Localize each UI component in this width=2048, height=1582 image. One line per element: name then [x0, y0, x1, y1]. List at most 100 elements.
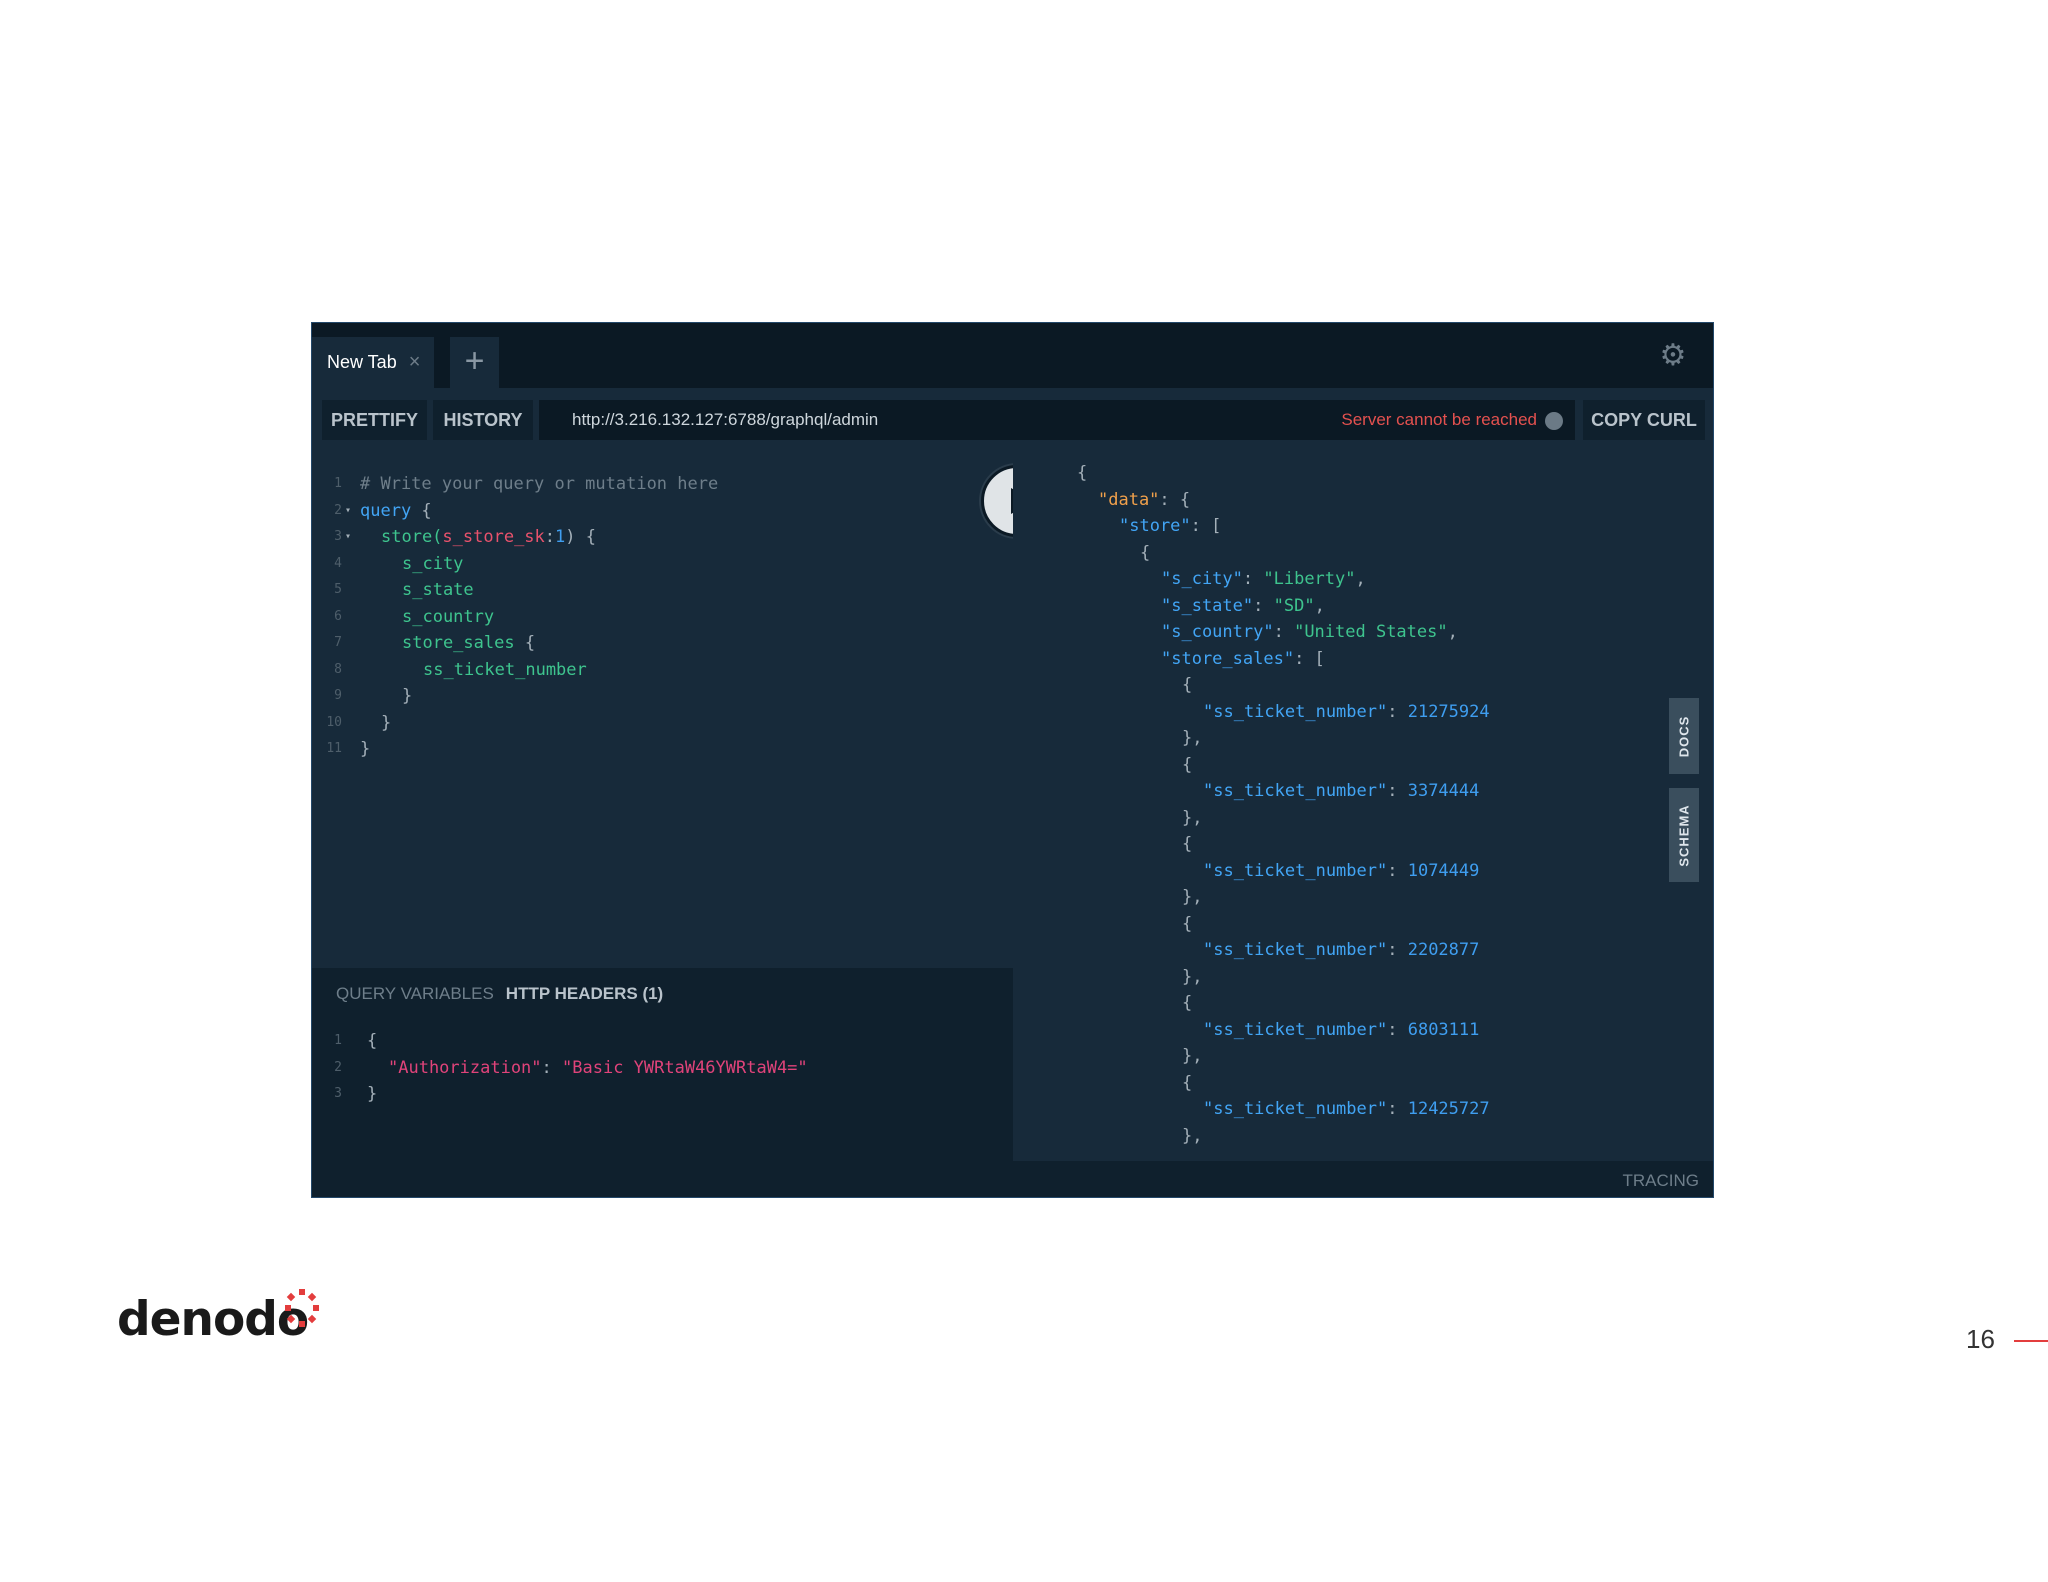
- code-text: {: [367, 1031, 378, 1051]
- endpoint-url-input[interactable]: http://3.216.132.127:6788/graphql/admin …: [539, 400, 1575, 440]
- slide: New Tab × + ⚙ PRETTIFY HISTORY http://3.…: [0, 0, 2048, 1582]
- result-line: "ss_ticket_number": 1074449: [1203, 860, 1480, 881]
- json-value: 21275924: [1407, 701, 1490, 722]
- result-line: },: [1182, 887, 1203, 907]
- result-line: },: [1182, 807, 1203, 828]
- line-number: 10: [326, 714, 342, 730]
- logo-dots-icon: [285, 1289, 319, 1327]
- line-number: 7: [334, 635, 342, 650]
- result-pane: { "data": { "store": [ { "s_city": "Libe…: [1013, 448, 1713, 1161]
- result-line: {: [1182, 834, 1193, 854]
- result-line: {: [1182, 993, 1193, 1013]
- result-line: "s_state": "SD",: [1161, 595, 1325, 616]
- variables-tabs: QUERY VARIABLES HTTP HEADERS (1): [336, 984, 663, 1004]
- result-line: "store_sales": [: [1161, 648, 1325, 669]
- line-number: 2: [334, 1059, 342, 1075]
- result-line: {: [1182, 913, 1193, 934]
- code-text: }: [367, 1084, 378, 1104]
- tab-bar: New Tab × + ⚙: [312, 323, 1713, 388]
- code-text: store_sales {: [402, 630, 535, 657]
- result-line: {: [1182, 675, 1193, 695]
- toolbar: PRETTIFY HISTORY http://3.216.132.127:67…: [312, 388, 1713, 448]
- json-key: "ss_ticket_number": [1203, 1019, 1388, 1040]
- code-text: }: [360, 739, 371, 759]
- add-tab-button[interactable]: +: [450, 337, 499, 388]
- result-line: "s_city": "Liberty",: [1161, 569, 1366, 589]
- fold-icon[interactable]: ▾: [345, 498, 351, 525]
- code-text: }: [402, 686, 413, 706]
- tracing-button[interactable]: TRACING: [1623, 1171, 1700, 1191]
- server-status-text: Server cannot be reached: [1341, 410, 1537, 429]
- tab-query-variables[interactable]: QUERY VARIABLES: [336, 984, 494, 1004]
- json-value: 6803111: [1407, 1019, 1480, 1040]
- gear-icon[interactable]: ⚙: [1657, 340, 1689, 372]
- code-punct: {: [514, 633, 536, 653]
- line-number: 6: [334, 608, 342, 624]
- result-line: "ss_ticket_number": 12425727: [1203, 1099, 1490, 1119]
- code-text: query {: [360, 498, 432, 525]
- result-line: "data": {: [1098, 489, 1191, 510]
- header-key: "Authorization": [388, 1057, 542, 1078]
- json-value: "SD": [1273, 595, 1315, 616]
- code-text: s_state: [402, 580, 474, 600]
- tab-label: New Tab: [327, 352, 397, 372]
- line-number: 8: [334, 661, 342, 677]
- code-number: 1: [555, 527, 566, 547]
- json-key: "ss_ticket_number": [1203, 1099, 1388, 1119]
- tab-new-tab[interactable]: New Tab ×: [312, 337, 434, 388]
- result-line: "store": [: [1119, 516, 1222, 536]
- page-accent-line: [2014, 1340, 2048, 1342]
- result-line: },: [1182, 728, 1203, 748]
- json-key: "ss_ticket_number": [1203, 860, 1388, 881]
- json-value: "United States": [1294, 622, 1448, 642]
- history-button[interactable]: HISTORY: [433, 400, 533, 440]
- page-number: 16: [1966, 1324, 1995, 1354]
- copy-curl-button[interactable]: COPY CURL: [1583, 400, 1705, 440]
- json-key: "ss_ticket_number": [1203, 940, 1388, 960]
- line-number: 3: [334, 1086, 342, 1101]
- json-key: "store_sales": [1161, 648, 1295, 669]
- fold-icon[interactable]: ▾: [345, 524, 351, 551]
- code-text: # Write your query or mutation here: [360, 474, 719, 494]
- code-text: s_city: [402, 553, 464, 574]
- code-field: store(: [381, 527, 443, 547]
- json-key: "s_city": [1161, 569, 1243, 589]
- line-number: 5: [334, 582, 342, 597]
- code-text: s_country: [402, 606, 495, 627]
- line-number: 9: [334, 688, 342, 703]
- result-line: "ss_ticket_number": 2202877: [1203, 940, 1480, 960]
- result-line: },: [1182, 1046, 1203, 1066]
- result-line: "ss_ticket_number": 3374444: [1203, 781, 1480, 801]
- schema-tab[interactable]: SCHEMA: [1669, 788, 1699, 882]
- status-dot-icon: [1545, 412, 1563, 430]
- close-icon[interactable]: ×: [409, 351, 421, 374]
- json-value: 3374444: [1407, 781, 1480, 801]
- docs-tab[interactable]: DOCS: [1669, 698, 1699, 774]
- code-text: "Authorization": "Basic YWRtaW46YWRtaW4=…: [388, 1055, 808, 1082]
- code-keyword: query: [360, 500, 412, 521]
- line-number: 1: [334, 1033, 342, 1048]
- prettify-button[interactable]: PRETTIFY: [322, 400, 427, 440]
- docs-tab-label: DOCS: [1676, 715, 1692, 757]
- json-key: "ss_ticket_number": [1203, 781, 1388, 801]
- code-punct: :: [541, 1057, 563, 1078]
- line-number: 1: [334, 476, 342, 491]
- result-line: },: [1182, 1125, 1203, 1146]
- result-line: {: [1182, 1072, 1193, 1093]
- json-key: "ss_ticket_number": [1203, 701, 1388, 722]
- code-field: store_sales: [402, 633, 515, 653]
- result-line: {: [1013, 460, 1490, 487]
- denodo-logo: denodo: [117, 1289, 319, 1352]
- code-text: ss_ticket_number: [423, 659, 587, 680]
- query-editor[interactable]: 1 # Write your query or mutation here 2 ▾ q…: [312, 448, 1013, 968]
- json-key: "s_country": [1161, 622, 1274, 642]
- code-punct: :: [544, 527, 556, 547]
- line-number: 2: [334, 502, 342, 518]
- result-line: {: [1140, 542, 1151, 563]
- result-json: { "data": { "store": [ { "s_city": "Libe…: [1013, 460, 1490, 1149]
- header-value: "Basic YWRtaW46YWRtaW4=": [562, 1057, 808, 1078]
- logo-text: denodo: [117, 1292, 309, 1347]
- json-key: "data": [1098, 489, 1160, 510]
- graphql-playground-window: New Tab × + ⚙ PRETTIFY HISTORY http://3.…: [311, 322, 1714, 1198]
- tab-http-headers[interactable]: HTTP HEADERS (1): [506, 984, 663, 1004]
